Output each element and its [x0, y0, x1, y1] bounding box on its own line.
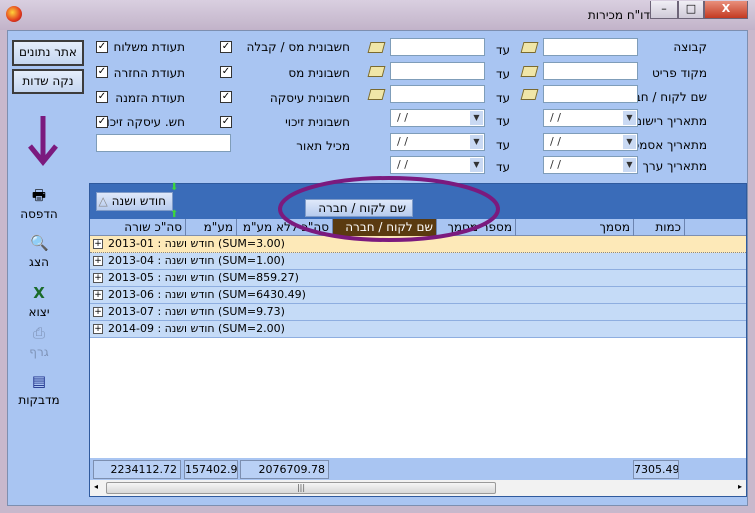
- contains-desc-label: מכיל תאור: [296, 139, 350, 153]
- print-button[interactable]: 🖶 הדפסה: [4, 186, 74, 221]
- contains-desc-input[interactable]: [96, 134, 231, 152]
- close-button[interactable]: X: [704, 1, 748, 19]
- minimize-button[interactable]: –: [650, 1, 678, 19]
- app-icon: [6, 6, 22, 22]
- group-row[interactable]: +2014-09 : חודש ושנה (SUM=2.00): [90, 321, 746, 338]
- customer-from-input[interactable]: [543, 85, 638, 103]
- label-value-date: מתאריך ערך: [642, 159, 707, 173]
- group-row[interactable]: +2013-05 : חודש ושנה (SUM=859.27): [90, 270, 746, 287]
- group-row[interactable]: +2013-04 : חודש ושנה (SUM=1.00): [90, 253, 746, 270]
- doc-type-label: תעודת הזמנה: [115, 91, 185, 105]
- preview-icon: 🔍: [30, 234, 49, 252]
- expand-icon[interactable]: +: [93, 239, 103, 249]
- checkbox-credit-deal[interactable]: ✓: [96, 116, 108, 128]
- value-date-from[interactable]: / / ▼: [543, 156, 638, 174]
- to-label: עד: [496, 138, 511, 152]
- dropdown-arrow-icon[interactable]: ▼: [470, 135, 483, 149]
- expand-icon[interactable]: +: [93, 256, 103, 266]
- annotation-ellipse: [278, 176, 500, 242]
- chart-icon: ⎙: [32, 324, 45, 342]
- doc-type-label: חשבונית מס / קבלה: [246, 40, 350, 54]
- checkbox-credit-invoice[interactable]: ✓: [220, 116, 232, 128]
- total-line-total: 2234112.72: [93, 460, 181, 479]
- to-label: עד: [496, 91, 511, 105]
- to-label: עד: [496, 67, 511, 81]
- lookup-icon[interactable]: [521, 40, 537, 53]
- expand-icon[interactable]: +: [93, 307, 103, 317]
- dropdown-arrow-icon[interactable]: ▼: [623, 135, 636, 149]
- labels-button[interactable]: ▤ מדבקות: [4, 372, 74, 407]
- item-code-to-input[interactable]: [390, 62, 485, 80]
- excel-icon: X: [33, 284, 45, 302]
- checkbox-tax-invoice[interactable]: ✓: [220, 66, 232, 78]
- label-group: קבוצה: [673, 40, 707, 54]
- maximize-button[interactable]: □: [678, 1, 704, 19]
- group-row[interactable]: +2013-07 : חודש ושנה (SUM=9.73): [90, 304, 746, 321]
- title-bar: דו"ח מכירות – □ X: [0, 0, 755, 30]
- totals-row: 2234112.72 157402.9 2076709.78 7305.49: [90, 458, 746, 480]
- ref-date-from[interactable]: / / ▼: [543, 133, 638, 151]
- group-row[interactable]: +2013-06 : חודש ושנה (SUM=6430.49): [90, 287, 746, 304]
- doc-type-label: תעודת החזרה: [113, 66, 185, 80]
- drop-indicator-down-icon: ⬇: [170, 182, 179, 193]
- reg-date-to[interactable]: / / ▼: [390, 109, 485, 127]
- scroll-left-icon[interactable]: ◂: [94, 482, 98, 491]
- annotation-arrow-icon: [28, 116, 58, 166]
- checkbox-return-note[interactable]: ✓: [96, 66, 108, 78]
- lookup-icon[interactable]: [521, 87, 537, 100]
- value-date-to[interactable]: / / ▼: [390, 156, 485, 174]
- lookup-icon[interactable]: [368, 64, 384, 77]
- export-button[interactable]: X יצוא: [4, 284, 74, 319]
- horizontal-scrollbar[interactable]: ◂ ||| ▸: [90, 480, 746, 496]
- doc-type-label: חשבונית זיכוי: [285, 115, 350, 129]
- lookup-icon[interactable]: [521, 64, 537, 77]
- total-excl-vat: 2076709.78: [240, 460, 329, 479]
- doc-type-label: תעודת משלוח: [113, 40, 185, 54]
- group-from-input[interactable]: [543, 38, 638, 56]
- to-label: עד: [496, 43, 511, 57]
- labels-icon: ▤: [31, 372, 47, 390]
- item-code-from-input[interactable]: [543, 62, 638, 80]
- group-chip-month-year[interactable]: חודש ושנה △: [96, 192, 173, 211]
- reg-date-from[interactable]: / / ▼: [543, 109, 638, 127]
- expand-icon[interactable]: +: [93, 324, 103, 334]
- checkbox-delivery-note[interactable]: ✓: [96, 41, 108, 53]
- scroll-right-icon[interactable]: ▸: [738, 482, 742, 491]
- preview-button[interactable]: 🔍 הצג: [4, 234, 74, 269]
- to-label: עד: [496, 114, 511, 128]
- dropdown-arrow-icon[interactable]: ▼: [470, 111, 483, 125]
- checkbox-tax-invoice-receipt[interactable]: ✓: [220, 41, 232, 53]
- checkbox-order-note[interactable]: ✓: [96, 91, 108, 103]
- dropdown-arrow-icon[interactable]: ▼: [623, 111, 636, 125]
- doc-type-label: חשבונית עיסקה: [269, 91, 350, 105]
- chart-button: ⎙ גרף: [29, 324, 49, 359]
- customer-to-input[interactable]: [390, 85, 485, 103]
- label-item-code: מקוד פריט: [651, 66, 707, 80]
- expand-icon[interactable]: +: [93, 290, 103, 300]
- total-quantity: 7305.49: [633, 460, 679, 479]
- dropdown-arrow-icon[interactable]: ▼: [623, 158, 636, 172]
- printer-icon: 🖶: [31, 186, 47, 204]
- checkbox-deal-invoice[interactable]: ✓: [220, 91, 232, 103]
- lookup-icon[interactable]: [368, 40, 384, 53]
- col-quantity[interactable]: כמות: [634, 219, 685, 236]
- find-data-button[interactable]: אתר נתונים: [12, 40, 84, 66]
- doc-type-label: חש. עיסקה זיכוי: [103, 115, 185, 129]
- lookup-icon[interactable]: [368, 87, 384, 100]
- doc-type-label: חשבונית מס: [288, 66, 350, 80]
- total-vat: 157402.9: [184, 460, 238, 479]
- expand-icon[interactable]: +: [93, 273, 103, 283]
- col-document[interactable]: מסמך: [516, 219, 634, 236]
- col-line-total[interactable]: סה"כ שורה: [90, 219, 186, 236]
- scroll-thumb[interactable]: |||: [106, 482, 496, 494]
- label-reg-date: מתאריך רישום: [634, 114, 707, 128]
- clear-fields-button[interactable]: נקה שדות: [12, 69, 84, 94]
- window-title: דו"ח מכירות: [587, 8, 650, 22]
- group-to-input[interactable]: [390, 38, 485, 56]
- ref-date-to[interactable]: / / ▼: [390, 133, 485, 151]
- to-label: עד: [496, 160, 511, 174]
- dropdown-arrow-icon[interactable]: ▼: [470, 158, 483, 172]
- col-vat[interactable]: מע"מ: [186, 219, 237, 236]
